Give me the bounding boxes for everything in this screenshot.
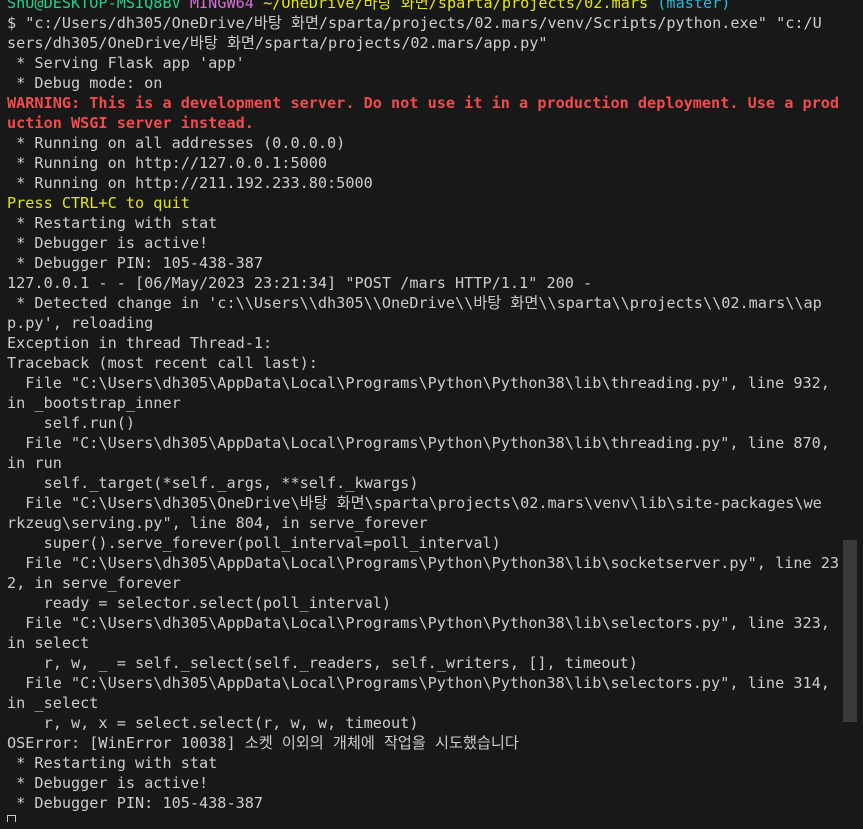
terminal-output[interactable]: ShU@DESKTOP-MSIQ8BV MINGW64 ~/OneDrive/바…: [0, 0, 843, 822]
terminal-line: * Debug mode: on: [7, 74, 163, 92]
terminal-line: in select: [7, 634, 90, 652]
terminal-line: * Restarting with stat: [7, 754, 218, 772]
terminal-line: sers/dh305/OneDrive/바탕 화면/sparta/project…: [7, 34, 548, 52]
terminal-line: self.run(): [7, 414, 136, 432]
terminal-line: * Running on all addresses (0.0.0.0): [7, 134, 346, 152]
terminal-line: Exception in thread Thread-1:: [7, 334, 273, 352]
terminal-line: r, w, x = select.select(r, w, w, timeout…: [7, 714, 419, 732]
prompt-shell: MINGW64: [189, 0, 254, 12]
terminal-line: super().serve_forever(poll_interval=poll…: [7, 534, 501, 552]
text-cursor: [7, 815, 16, 822]
terminal-line: * Debugger PIN: 105-438-387: [7, 254, 264, 272]
terminal-line: 127.0.0.1 - - [06/May/2023 23:21:34] "PO…: [7, 274, 593, 292]
cursor-line[interactable]: [7, 813, 843, 822]
prompt-path: ~/OneDrive/바탕 화면/sparta/projects/02.mars: [263, 0, 649, 12]
terminal-line: * Running on http://211.192.233.80:5000: [7, 174, 373, 192]
terminal-line: in run: [7, 454, 62, 472]
terminal-line: p.py', reloading: [7, 314, 154, 332]
terminal-line: File "C:\Users\dh305\AppData\Local\Progr…: [7, 674, 830, 692]
terminal-line: rkzeug\serving.py", line 804, in serve_f…: [7, 514, 428, 532]
terminal-line: 2, in serve_forever: [7, 574, 181, 592]
output-lines: $ "c:/Users/dh305/OneDrive/바탕 화면/sparta/…: [7, 13, 843, 813]
terminal-line: File "C:\Users\dh305\AppData\Local\Progr…: [7, 374, 830, 392]
terminal-line: Traceback (most recent call last):: [7, 354, 318, 372]
prompt-user-host: ShU@DESKTOP-MSIQ8BV: [7, 0, 181, 12]
terminal-line: self._target(*self._args, **self._kwargs…: [7, 474, 419, 492]
vertical-scrollbar[interactable]: [843, 0, 857, 829]
terminal-line: in _bootstrap_inner: [7, 394, 181, 412]
terminal-line: * Serving Flask app 'app': [7, 54, 245, 72]
terminal-line: File "C:\Users\dh305\AppData\Local\Progr…: [7, 614, 830, 632]
terminal-line: * Running on http://127.0.0.1:5000: [7, 154, 328, 172]
terminal-line: in _select: [7, 694, 99, 712]
terminal-line: $ "c:/Users/dh305/OneDrive/바탕 화면/sparta/…: [7, 14, 822, 32]
shell-prompt: ShU@DESKTOP-MSIQ8BV MINGW64 ~/OneDrive/바…: [7, 0, 843, 13]
terminal-line: File "C:\Users\dh305\AppData\Local\Progr…: [7, 434, 830, 452]
terminal-line: File "C:\Users\dh305\AppData\Local\Progr…: [7, 554, 840, 572]
terminal-line: uction WSGI server instead.: [7, 114, 254, 132]
terminal-line: r, w, _ = self._select(self._readers, se…: [7, 654, 638, 672]
terminal-line: * Debugger is active!: [7, 234, 209, 252]
terminal-line: Press CTRL+C to quit: [7, 194, 190, 212]
terminal-line: File "C:\Users\dh305\OneDrive\바탕 화면\spar…: [7, 494, 822, 512]
prompt-branch: (master): [657, 0, 731, 12]
terminal-line: * Detected change in 'c:\\Users\\dh305\\…: [7, 294, 822, 312]
terminal-line: * Restarting with stat: [7, 214, 218, 232]
terminal-line: WARNING: This is a development server. D…: [7, 94, 840, 112]
terminal-line: * Debugger PIN: 105-438-387: [7, 794, 264, 812]
terminal-line: * Debugger is active!: [7, 774, 209, 792]
scrollbar-thumb[interactable]: [843, 540, 857, 722]
terminal-line: OSError: [WinError 10038] 소켓 이외의 개체에 작업을…: [7, 734, 519, 752]
terminal-line: ready = selector.select(poll_interval): [7, 594, 392, 612]
